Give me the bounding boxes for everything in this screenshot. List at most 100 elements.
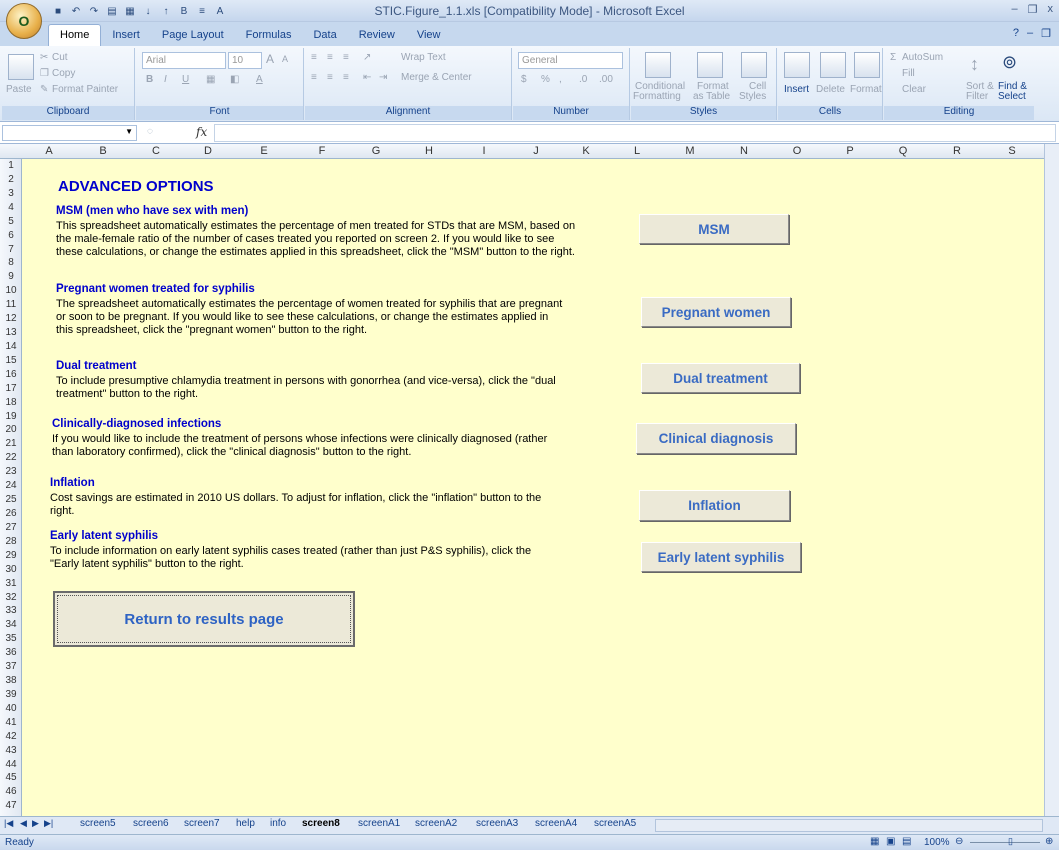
- row-header[interactable]: 35: [0, 632, 22, 645]
- row-header[interactable]: 26: [0, 507, 22, 520]
- dual-treatment-button[interactable]: Dual treatment: [641, 363, 800, 393]
- row-header[interactable]: 34: [0, 618, 22, 631]
- paint-bucket-icon[interactable]: ◧: [230, 74, 239, 85]
- minimize-button[interactable]: –: [1012, 3, 1018, 16]
- align-left-icon[interactable]: ≡: [311, 72, 317, 83]
- align-bottom-icon[interactable]: ≡: [343, 52, 349, 63]
- merge-center-button[interactable]: Merge & Center: [401, 72, 472, 83]
- column-header[interactable]: Q: [876, 145, 930, 157]
- binoculars-icon[interactable]: ⊚: [1002, 52, 1017, 73]
- row-header[interactable]: 44: [0, 758, 22, 771]
- row-header[interactable]: 24: [0, 479, 22, 492]
- format-cells-icon[interactable]: [854, 52, 880, 78]
- format-painter-button[interactable]: Format Painter: [52, 84, 118, 95]
- sheet-tab-screenA1[interactable]: screenA1: [358, 818, 400, 829]
- worksheet[interactable]: ADVANCED OPTIONS MSM (men who have sex w…: [22, 159, 1044, 816]
- sort-filter-icon[interactable]: ↕: [970, 54, 979, 75]
- row-header[interactable]: 45: [0, 771, 22, 784]
- row-header[interactable]: 3: [0, 187, 22, 200]
- row-header[interactable]: 15: [0, 354, 22, 367]
- row-header[interactable]: 6: [0, 229, 22, 242]
- row-header[interactable]: 38: [0, 674, 22, 687]
- horizontal-scrollbar[interactable]: [655, 819, 1043, 832]
- insert-cells-button[interactable]: Insert: [784, 84, 809, 95]
- clinical-diagnosis-button[interactable]: Clinical diagnosis: [636, 423, 796, 454]
- formula-input[interactable]: [214, 124, 1056, 142]
- cell-styles-icon[interactable]: [741, 52, 767, 78]
- sheet-tab-help[interactable]: help: [236, 818, 255, 829]
- row-header[interactable]: 36: [0, 646, 22, 659]
- row-header[interactable]: 28: [0, 535, 22, 548]
- row-header[interactable]: 37: [0, 660, 22, 673]
- format-cells-button[interactable]: Format: [850, 84, 882, 95]
- tab-view[interactable]: View: [406, 25, 452, 46]
- early-latent-syphilis-button[interactable]: Early latent syphilis: [641, 542, 801, 572]
- sheet-tab-screenA2[interactable]: screenA2: [415, 818, 457, 829]
- row-header[interactable]: 4: [0, 201, 22, 214]
- delete-cells-button[interactable]: Delete: [816, 84, 845, 95]
- msm-button[interactable]: MSM: [639, 214, 789, 244]
- row-header[interactable]: 32: [0, 591, 22, 604]
- column-header[interactable]: C: [130, 145, 182, 157]
- ribbon-restore-icon[interactable]: ❐: [1041, 27, 1051, 40]
- sheet-tab-info[interactable]: info: [270, 818, 286, 829]
- font-name-box[interactable]: Arial: [142, 52, 226, 69]
- ribbon-minimize-icon[interactable]: –: [1027, 27, 1033, 40]
- increase-decimal-icon[interactable]: .0: [579, 74, 587, 85]
- tab-formulas[interactable]: Formulas: [235, 25, 303, 46]
- bold-button[interactable]: B: [146, 74, 153, 85]
- column-header[interactable]: G: [350, 145, 402, 157]
- row-header[interactable]: 8: [0, 256, 22, 269]
- italic-button[interactable]: I: [164, 74, 167, 85]
- restore-button[interactable]: ❐: [1028, 3, 1038, 16]
- decrease-decimal-icon[interactable]: .00: [599, 74, 613, 85]
- column-header[interactable]: J: [512, 145, 560, 157]
- row-header[interactable]: 23: [0, 465, 22, 478]
- row-header[interactable]: 27: [0, 521, 22, 534]
- row-header[interactable]: 9: [0, 270, 22, 283]
- row-header[interactable]: 46: [0, 785, 22, 798]
- name-box[interactable]: ▼: [2, 125, 137, 141]
- sheet-tab-screenA4[interactable]: screenA4: [535, 818, 577, 829]
- tab-insert[interactable]: Insert: [101, 25, 151, 46]
- cut-button[interactable]: Cut: [52, 52, 68, 63]
- pregnant-women-button[interactable]: Pregnant women: [641, 297, 791, 327]
- row-header[interactable]: 43: [0, 744, 22, 757]
- currency-button[interactable]: $: [521, 74, 527, 85]
- row-header[interactable]: 14: [0, 340, 22, 353]
- cell-styles-label2[interactable]: Styles: [739, 91, 766, 102]
- align-right-icon[interactable]: ≡: [343, 72, 349, 83]
- column-header[interactable]: K: [560, 145, 612, 157]
- row-header[interactable]: 22: [0, 451, 22, 464]
- delete-cells-icon[interactable]: [820, 52, 846, 78]
- row-header[interactable]: 31: [0, 577, 22, 590]
- column-header[interactable]: P: [824, 145, 876, 157]
- row-header[interactable]: 7: [0, 243, 22, 256]
- find-select-label2[interactable]: Select: [998, 91, 1026, 102]
- row-header[interactable]: 11: [0, 298, 22, 311]
- row-header[interactable]: 1: [0, 159, 22, 172]
- grow-font-button[interactable]: A: [266, 52, 274, 66]
- font-color-button[interactable]: A: [256, 74, 263, 85]
- font-size-box[interactable]: 10: [228, 52, 262, 69]
- align-middle-icon[interactable]: ≡: [327, 52, 333, 63]
- tab-home[interactable]: Home: [48, 24, 102, 46]
- help-icon[interactable]: ?: [1013, 27, 1019, 40]
- sheet-tab-screen7[interactable]: screen7: [184, 818, 220, 829]
- column-header[interactable]: F: [294, 145, 350, 157]
- next-sheet-icon[interactable]: ▶: [32, 818, 39, 829]
- row-header[interactable]: 12: [0, 312, 22, 325]
- row-header[interactable]: 30: [0, 563, 22, 576]
- format-as-table-icon[interactable]: [697, 52, 723, 78]
- first-sheet-icon[interactable]: |◀: [4, 818, 13, 829]
- decrease-indent-icon[interactable]: ⇤: [363, 72, 371, 83]
- column-header[interactable]: M: [662, 145, 718, 157]
- sort-filter-label2[interactable]: Filter: [966, 91, 988, 102]
- autosum-button[interactable]: AutoSum: [902, 52, 943, 63]
- align-center-icon[interactable]: ≡: [327, 72, 333, 83]
- increase-indent-icon[interactable]: ⇥: [379, 72, 387, 83]
- return-to-results-button[interactable]: Return to results page: [53, 591, 355, 647]
- tab-page-layout[interactable]: Page Layout: [151, 25, 235, 46]
- row-header[interactable]: 19: [0, 410, 22, 423]
- tab-review[interactable]: Review: [348, 25, 406, 46]
